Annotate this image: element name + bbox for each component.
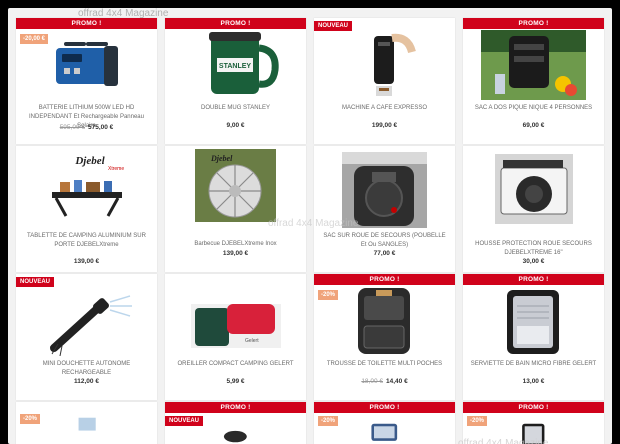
product-image[interactable]	[481, 422, 586, 444]
product-price: 77,00 €	[314, 250, 455, 257]
current-price: 139,00 €	[73, 258, 100, 265]
current-price: 199,00 €	[371, 122, 398, 129]
brand-text: Djebel	[210, 154, 233, 163]
product-image-picnic-backpack[interactable]	[481, 30, 586, 100]
product-image-coffee-machine[interactable]	[332, 30, 437, 100]
brand-text: STANLEY	[219, 63, 251, 70]
product-title[interactable]: TROUSSE DE TOILETTE MULTI POCHES	[320, 360, 449, 369]
current-price: 30,00 €	[522, 258, 545, 265]
product-title[interactable]: MINI DOUCHETTE AUTONOME RECHARGEABLE	[22, 360, 151, 378]
product-grid-page: offrad 4x4 Magazine offrad 4x4 Magazine …	[8, 8, 612, 444]
product-price: 18,00 €14,40 €	[314, 378, 455, 385]
current-price: 69,00 €	[522, 122, 545, 129]
product-title[interactable]: SAC A DOS PIQUE NIQUE 4 PERSONNES	[469, 104, 598, 113]
product-card[interactable]: PROMO ! NOUVEAU	[165, 402, 306, 444]
product-image-battery[interactable]	[34, 30, 139, 100]
current-price: 5,99 €	[226, 378, 245, 385]
product-price: 139,00 €	[165, 250, 306, 257]
product-image[interactable]	[332, 422, 437, 444]
product-title[interactable]: DOUBLE MUG STANLEY	[171, 104, 300, 113]
product-card[interactable]: PROMO ! -20%	[314, 402, 455, 444]
product-card[interactable]: Gelert OREILLER COMPACT CAMPING GELERT 5…	[165, 274, 306, 400]
current-price: 9,00 €	[226, 122, 245, 129]
product-image[interactable]	[183, 428, 288, 444]
brand-text: Xtreme	[108, 166, 124, 172]
product-price: 112,00 €	[16, 378, 157, 385]
product-image-mug[interactable]: STANLEY	[183, 30, 288, 100]
promo-ribbon: PROMO !	[16, 18, 157, 29]
brand-text: Djebel	[74, 155, 105, 167]
old-price: 595,00 €	[59, 124, 85, 131]
promo-ribbon: PROMO !	[463, 402, 604, 413]
product-image-spare-wheel-bag[interactable]	[332, 146, 437, 228]
old-price: 18,00 €	[361, 378, 383, 385]
product-title[interactable]: OREILLER COMPACT CAMPING GELERT	[171, 360, 300, 369]
product-card[interactable]: PROMO ! -20% TROUSSE DE TOILETTE MULTI P…	[314, 274, 455, 400]
product-image-wheel-cover[interactable]	[481, 154, 586, 224]
product-image-shower[interactable]	[34, 286, 139, 356]
promo-ribbon: PROMO !	[165, 18, 306, 29]
product-card[interactable]: PROMO ! SAC A DOS PIQUE NIQUE 4 PERSONNE…	[463, 18, 604, 144]
product-card[interactable]: HOUSSE PROTECTION ROUE SECOURS DJEBELXTR…	[463, 146, 604, 272]
promo-ribbon: PROMO !	[314, 274, 455, 285]
promo-ribbon: PROMO !	[314, 402, 455, 413]
current-price: 13,00 €	[522, 378, 545, 385]
product-price: 139,00 €	[16, 258, 157, 265]
promo-ribbon: PROMO !	[463, 18, 604, 29]
product-card[interactable]: SAC SUR ROUE DE SECOURS (POUBELLE Et Ou …	[314, 146, 455, 272]
product-image-camping-tablet[interactable]: Djebel Xtreme	[34, 152, 139, 222]
current-price: 112,00 €	[74, 378, 99, 385]
product-image-towel[interactable]	[481, 286, 586, 356]
current-price: 14,40 €	[386, 378, 408, 385]
product-price: 5,99 €	[165, 378, 306, 385]
new-badge: NOUVEAU	[165, 416, 204, 426]
product-title[interactable]: MACHINE A CAFE EXPRESSO	[320, 104, 449, 113]
product-card[interactable]: NOUVEAU MACHINE A CAFE EXPRESSO 199,00 €	[314, 18, 455, 144]
product-title[interactable]: Barbecue DJEBELXtreme Inox	[171, 240, 300, 249]
product-title[interactable]: HOUSSE PROTECTION ROUE SECOURS DJEBELXTR…	[469, 240, 598, 258]
product-image-barbecue[interactable]: Djebel	[183, 146, 288, 222]
product-title[interactable]: SERVIETTE DE BAIN MICRO FIBRE GELERT	[469, 360, 598, 369]
promo-ribbon: PROMO !	[165, 402, 306, 413]
promo-ribbon: PROMO !	[463, 274, 604, 285]
product-card[interactable]: PROMO ! -20%	[463, 402, 604, 444]
product-price: 9,00 €	[165, 122, 306, 129]
product-price: 69,00 €	[463, 122, 604, 129]
product-card[interactable]: Djebel Xtreme TABLETTE DE CAMPING ALUMIN…	[16, 146, 157, 272]
product-price: 199,00 €	[314, 122, 455, 129]
current-price: 575,00 €	[88, 124, 114, 131]
current-price: 139,00 €	[222, 250, 249, 257]
product-title[interactable]: SAC SUR ROUE DE SECOURS (POUBELLE Et Ou …	[320, 232, 449, 250]
current-price: 77,00 €	[373, 250, 396, 257]
product-price: 595,00 €575,00 €	[16, 124, 157, 131]
product-image-toiletry-bag[interactable]	[332, 286, 437, 356]
product-price: 30,00 €	[463, 258, 604, 265]
product-card[interactable]: NOUVEAU MINI DOUCHETTE AUTONOME RECHARGE…	[16, 274, 157, 400]
brand-text: Gelert	[245, 338, 259, 344]
product-card[interactable]: PROMO ! -20,00 € BATTERIE LITHIUM 500W L…	[16, 18, 157, 144]
product-image-pillow[interactable]: Gelert	[183, 286, 288, 356]
product-card[interactable]: -20%	[16, 402, 157, 444]
product-price: 13,00 €	[463, 378, 604, 385]
product-card[interactable]: Djebel Barbecue DJEBELXtreme Inox 139,00…	[165, 146, 306, 272]
product-card[interactable]: PROMO ! SERVIETTE DE BAIN MICRO FIBRE GE…	[463, 274, 604, 400]
product-image[interactable]	[34, 416, 139, 444]
product-title[interactable]: TABLETTE DE CAMPING ALUMINIUM SUR PORTE …	[22, 232, 151, 250]
product-card[interactable]: PROMO ! STANLEY DOUBLE MUG STANLEY 9,00 …	[165, 18, 306, 144]
